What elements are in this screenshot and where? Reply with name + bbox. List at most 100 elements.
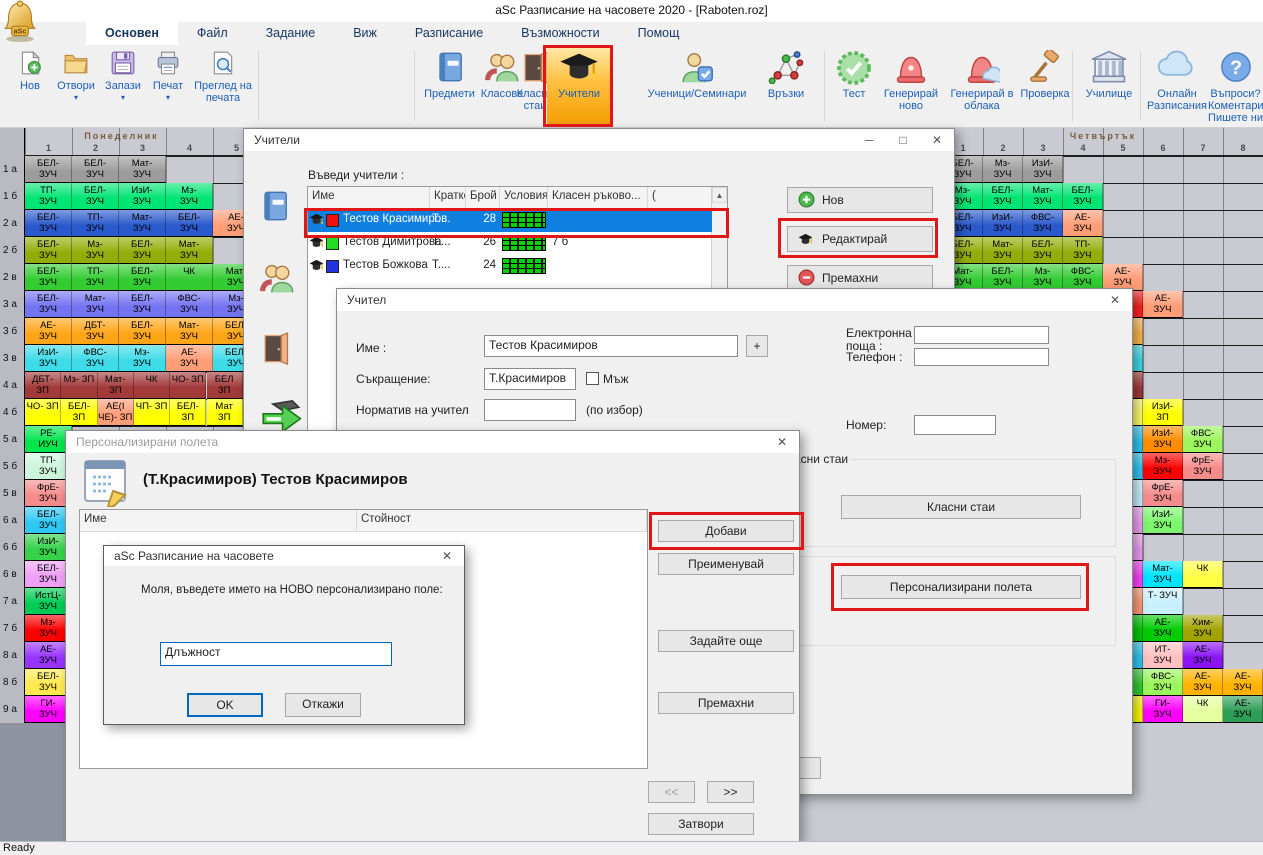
lesson-cell[interactable]: БЕЛ- ЗУЧ <box>25 291 72 318</box>
subjects-book-icon[interactable] <box>260 189 302 231</box>
close-icon[interactable]: ✕ <box>765 431 799 453</box>
new-field-name-input[interactable]: Длъжност <box>160 642 392 666</box>
toolbar-button-Връзки[interactable]: Връзки <box>754 47 818 100</box>
lesson-cell[interactable]: ЧК <box>134 372 170 399</box>
name-field[interactable]: Тестов Красимиров <box>484 335 738 357</box>
classrooms-button[interactable]: Класни стаи <box>841 495 1081 519</box>
number-field[interactable] <box>914 415 996 435</box>
column-header-name[interactable]: Име <box>80 510 357 532</box>
lesson-cell[interactable]: ФрЕ- ЗУЧ <box>1143 480 1183 507</box>
lesson-cell[interactable]: ФВС- ЗУЧ <box>166 291 213 318</box>
chevron-down-icon[interactable]: ▾ <box>146 94 190 102</box>
new-teacher-button[interactable]: Нов <box>787 187 933 213</box>
toolbar-button-Въпроси?[interactable]: ?Въпроси? Коментари? Пишете ни <box>1208 47 1263 124</box>
add-field-button[interactable]: Добави <box>658 520 794 542</box>
tab-Основен[interactable]: Основен <box>86 22 178 45</box>
toolbar-button-Онлайн[interactable]: Онлайн Разписания <box>1144 47 1210 112</box>
scroll-up-icon[interactable]: ▲ <box>712 187 727 203</box>
add-name-button[interactable]: + <box>746 335 768 357</box>
list-column-header[interactable]: ( <box>648 187 712 209</box>
lesson-cell[interactable]: ФВС- ЗУЧ <box>1143 669 1183 696</box>
chevron-down-icon[interactable]: ▾ <box>52 94 100 102</box>
lesson-cell[interactable]: АЕ- ЗУЧ <box>25 318 72 345</box>
asc-bell-logo-icon[interactable]: aSc <box>2 0 38 42</box>
lesson-cell[interactable]: БЕЛ- ЗУЧ <box>1063 183 1103 210</box>
lesson-cell[interactable]: Мз- ЗУЧ <box>72 237 119 264</box>
next-record-button[interactable]: >> <box>707 781 754 803</box>
classrooms-door-icon[interactable] <box>260 331 302 373</box>
lesson-cell[interactable]: ФВС- ЗУЧ <box>1183 426 1223 453</box>
list-column-header[interactable]: Брой <box>466 187 500 209</box>
teacher-row[interactable]: Тестов КрасимировТ....28 <box>308 209 712 232</box>
toolbar-button-Печат[interactable]: Печат▾ <box>146 47 190 102</box>
lesson-cell[interactable]: Мат- ЗУЧ <box>1023 183 1063 210</box>
lesson-cell[interactable]: ИзИ- ЗУЧ <box>1143 507 1183 534</box>
toolbar-button-Отвори[interactable]: Отвори▾ <box>52 47 100 102</box>
lesson-cell[interactable]: АЕ- ЗУЧ <box>1223 669 1263 696</box>
lesson-cell[interactable]: ЧК <box>1183 696 1223 723</box>
lesson-cell[interactable]: ИзИ- ЗУЧ <box>25 345 72 372</box>
lesson-cell[interactable]: Мз- ЗУЧ <box>119 345 166 372</box>
toolbar-button-Нов[interactable]: Нов <box>8 47 52 92</box>
minimize-icon[interactable]: ─ <box>852 129 886 151</box>
lesson-cell[interactable]: Хим- ЗУЧ <box>1183 615 1223 642</box>
teacher-row[interactable]: Тестов ДимитроваТ....267 б <box>308 232 712 255</box>
lesson-cell[interactable]: Мат- ЗУЧ <box>72 291 119 318</box>
lesson-cell[interactable]: Мз- ЗУЧ <box>1143 453 1183 480</box>
lesson-cell[interactable]: ДБТ- ЗП <box>25 372 61 399</box>
cancel-button[interactable]: Откажи <box>285 693 361 717</box>
close-button[interactable]: Затвори <box>648 813 754 835</box>
toolbar-button-Учители[interactable]: Учители <box>547 47 611 126</box>
lesson-cell[interactable]: БЕЛ- ЗУЧ <box>1023 237 1063 264</box>
tab-Помощ[interactable]: Помощ <box>619 22 699 45</box>
lesson-cell[interactable]: Мат- ЗУЧ <box>166 318 213 345</box>
phone-field[interactable] <box>914 348 1049 366</box>
set-more-button[interactable]: Задайте още <box>658 630 794 652</box>
maximize-icon[interactable]: □ <box>886 129 920 151</box>
tab-Разписание[interactable]: Разписание <box>396 22 502 45</box>
email-field[interactable] <box>914 326 1049 344</box>
lesson-cell[interactable]: Мат- ЗУЧ <box>119 156 166 183</box>
lesson-cell[interactable]: БЕЛ- ЗУЧ <box>25 210 72 237</box>
male-checkbox[interactable] <box>586 372 599 385</box>
lesson-cell[interactable]: Мат- ЗУЧ <box>1143 561 1183 588</box>
lesson-cell[interactable]: Мат- ЗУЧ <box>983 237 1023 264</box>
lesson-cell[interactable]: ИзИ- ЗУЧ <box>1023 156 1063 183</box>
lesson-cell[interactable]: АЕ- ЗУЧ <box>166 345 213 372</box>
lesson-cell[interactable]: ЧК <box>166 264 213 291</box>
tab-Файл[interactable]: Файл <box>178 22 247 45</box>
lesson-cell[interactable]: Мат ЗП <box>207 399 243 426</box>
lesson-cell[interactable]: БЕЛ- ЗУЧ <box>119 318 166 345</box>
lesson-cell[interactable]: ФВС- ЗУЧ <box>1063 264 1103 291</box>
lesson-cell[interactable]: ЧП- ЗП <box>134 399 170 426</box>
lesson-cell[interactable]: ГИ- ЗУЧ <box>1143 696 1183 723</box>
lesson-cell[interactable]: АЕ- ЗУЧ <box>1103 264 1143 291</box>
ok-button[interactable]: OK <box>187 693 263 717</box>
column-header-value[interactable]: Стойност <box>357 510 647 532</box>
tab-Възможности[interactable]: Възможности <box>502 22 618 45</box>
remove-field-button[interactable]: Премахни <box>658 692 794 714</box>
lesson-cell[interactable]: АЕ(I ЧЕ)- ЗП <box>98 399 134 426</box>
lesson-cell[interactable]: БЕЛ- ЗУЧ <box>119 237 166 264</box>
lesson-cell[interactable]: ФрЕ- ЗУЧ <box>1183 453 1223 480</box>
tab-Виж[interactable]: Виж <box>334 22 396 45</box>
lesson-cell[interactable]: БЕЛ- ЗУЧ <box>72 156 119 183</box>
prev-record-button[interactable]: << <box>648 781 695 803</box>
teacher-row[interactable]: Тестов БожковаТ....24 <box>308 255 712 278</box>
lesson-cell[interactable]: ФВС- ЗУЧ <box>1023 210 1063 237</box>
toolbar-button-Преглед на печата[interactable]: Преглед на печата <box>190 47 256 104</box>
toolbar-button-Запази[interactable]: Запази▾ <box>100 47 146 102</box>
custom-fields-button[interactable]: Персонализирани полета <box>841 575 1081 599</box>
lesson-cell[interactable]: БЕЛ- ЗУЧ <box>119 264 166 291</box>
lesson-cell[interactable]: БЕЛ- ЗУЧ <box>72 183 119 210</box>
custom-fields-dialog-titlebar[interactable]: Персонализирани полета ✕ <box>66 431 799 453</box>
lesson-cell[interactable]: АЕ- ЗУЧ <box>1183 642 1223 669</box>
lesson-cell[interactable]: ТП- ЗУЧ <box>72 210 119 237</box>
lesson-cell[interactable]: ИзИ- ЗУЧ <box>1143 426 1183 453</box>
close-icon[interactable]: ✕ <box>430 546 464 566</box>
lesson-cell[interactable]: БЕЛ- ЗУЧ <box>983 264 1023 291</box>
quota-field[interactable] <box>484 399 576 421</box>
lesson-cell[interactable]: АЕ- ЗУЧ <box>1223 696 1263 723</box>
lesson-cell[interactable]: ЧК <box>1183 561 1223 588</box>
toolbar-button-Ученици/Семинари[interactable]: Ученици/Семинари <box>638 47 756 100</box>
